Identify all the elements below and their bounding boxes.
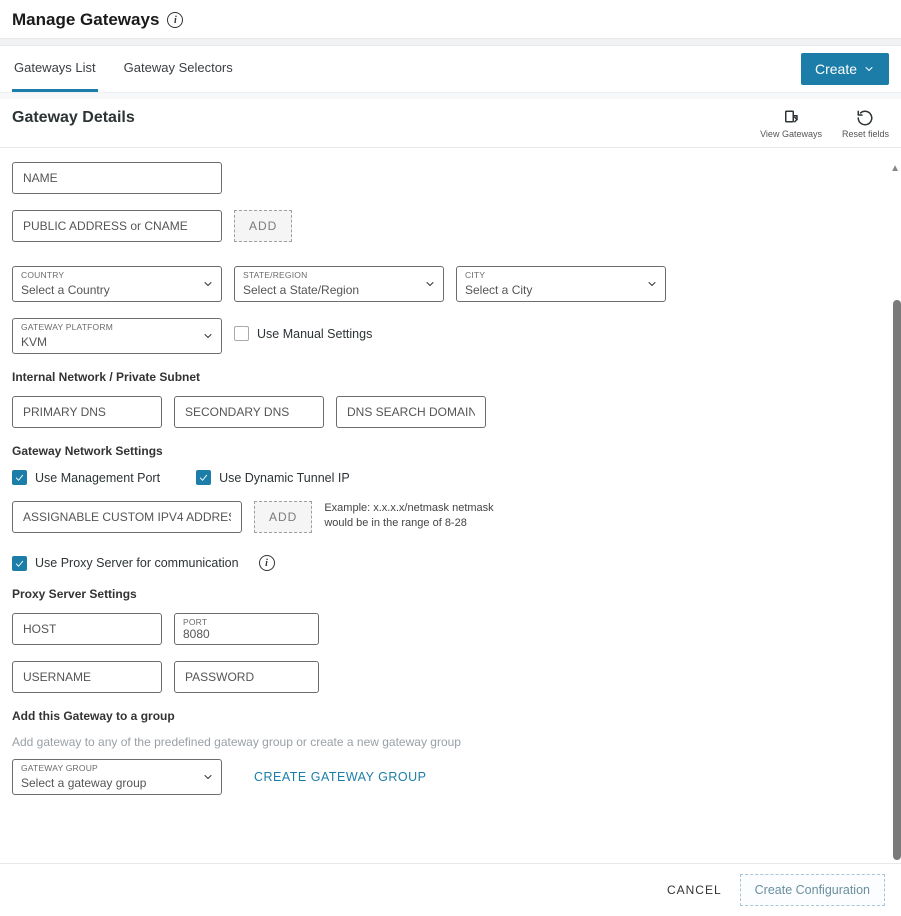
assignable-ipv4-input[interactable] — [12, 501, 242, 533]
page-title: Manage Gateways — [12, 10, 159, 30]
name-input[interactable] — [12, 162, 222, 194]
scrollbar-thumb[interactable] — [893, 300, 901, 860]
view-gateways-icon — [782, 109, 800, 127]
use-manual-settings-label: Use Manual Settings — [257, 327, 372, 341]
country-label: COUNTRY — [21, 270, 64, 280]
create-gateway-group-link[interactable]: CREATE GATEWAY GROUP — [254, 770, 427, 784]
info-icon[interactable]: i — [167, 12, 183, 28]
city-select[interactable]: CITY Select a City — [456, 266, 666, 302]
dns-search-domain-input[interactable] — [336, 396, 486, 428]
divider — [0, 38, 901, 46]
tabs-row: Gateways List Gateway Selectors Create — [0, 46, 901, 93]
gateway-platform-label: GATEWAY PLATFORM — [21, 322, 113, 332]
proxy-server-settings-label: Proxy Server Settings — [12, 587, 889, 601]
cancel-button[interactable]: CANCEL — [667, 874, 722, 906]
use-proxy-server-label: Use Proxy Server for communication — [35, 556, 239, 570]
details-header: Gateway Details View Gateways Reset fiel… — [0, 99, 901, 148]
gateway-group-select[interactable]: GATEWAY GROUP Select a gateway group — [12, 759, 222, 795]
use-management-port-checkbox[interactable]: Use Management Port — [12, 470, 160, 485]
create-button[interactable]: Create — [801, 53, 889, 85]
tab-gateways-list[interactable]: Gateways List — [12, 46, 98, 92]
gateway-network-settings-label: Gateway Network Settings — [12, 444, 889, 458]
internal-network-label: Internal Network / Private Subnet — [12, 370, 889, 384]
add-to-group-label: Add this Gateway to a group — [12, 709, 889, 723]
public-address-input[interactable] — [12, 210, 222, 242]
tab-gateway-selectors[interactable]: Gateway Selectors — [122, 46, 235, 92]
use-manual-settings-checkbox[interactable]: Use Manual Settings — [234, 326, 372, 341]
add-ipv4-button[interactable]: ADD — [254, 501, 312, 533]
checkbox-checked-icon — [196, 470, 211, 485]
chevron-down-icon — [863, 63, 875, 75]
view-gateways-action[interactable]: View Gateways — [760, 109, 822, 139]
tabs: Gateways List Gateway Selectors — [12, 46, 235, 92]
add-to-group-sub: Add gateway to any of the predefined gat… — [12, 735, 889, 749]
proxy-password-input[interactable] — [174, 661, 319, 693]
details-title: Gateway Details — [12, 109, 135, 127]
create-configuration-button[interactable]: Create Configuration — [740, 874, 885, 906]
checkbox-checked-icon — [12, 556, 27, 571]
add-address-button[interactable]: ADD — [234, 210, 292, 242]
state-label: STATE/REGION — [243, 270, 307, 280]
use-dynamic-tunnel-ip-label: Use Dynamic Tunnel IP — [219, 471, 350, 485]
reset-fields-label: Reset fields — [842, 129, 889, 139]
reset-icon — [856, 109, 874, 127]
state-select[interactable]: STATE/REGION Select a State/Region — [234, 266, 444, 302]
secondary-dns-input[interactable] — [174, 396, 324, 428]
checkbox-checked-icon — [12, 470, 27, 485]
header-actions: View Gateways Reset fields — [760, 109, 889, 139]
assignable-ipv4-hint: Example: x.x.x.x/netmask netmask would b… — [324, 501, 524, 531]
use-dynamic-tunnel-ip-checkbox[interactable]: Use Dynamic Tunnel IP — [196, 470, 350, 485]
reset-fields-action[interactable]: Reset fields — [842, 109, 889, 139]
proxy-port-field[interactable]: PORT 8080 — [174, 613, 319, 645]
info-icon[interactable]: i — [259, 555, 275, 571]
use-management-port-label: Use Management Port — [35, 471, 160, 485]
city-label: CITY — [465, 270, 485, 280]
primary-dns-input[interactable] — [12, 396, 162, 428]
footer-bar: CANCEL Create Configuration — [0, 863, 901, 916]
gateway-platform-select[interactable]: GATEWAY PLATFORM KVM — [12, 318, 222, 354]
checkbox-unchecked-icon — [234, 326, 249, 341]
proxy-username-input[interactable] — [12, 661, 162, 693]
create-button-label: Create — [815, 61, 857, 77]
page-title-row: Manage Gateways i — [0, 0, 901, 38]
country-select[interactable]: COUNTRY Select a Country — [12, 266, 222, 302]
proxy-host-input[interactable] — [12, 613, 162, 645]
use-proxy-server-checkbox[interactable]: Use Proxy Server for communication — [12, 556, 239, 571]
form-scroll-area: ADD COUNTRY Select a Country STATE/REGIO… — [0, 148, 901, 873]
gateway-group-label: GATEWAY GROUP — [21, 763, 98, 773]
city-value: Select a City — [456, 266, 666, 302]
proxy-port-label: PORT — [183, 617, 207, 627]
view-gateways-label: View Gateways — [760, 129, 822, 139]
